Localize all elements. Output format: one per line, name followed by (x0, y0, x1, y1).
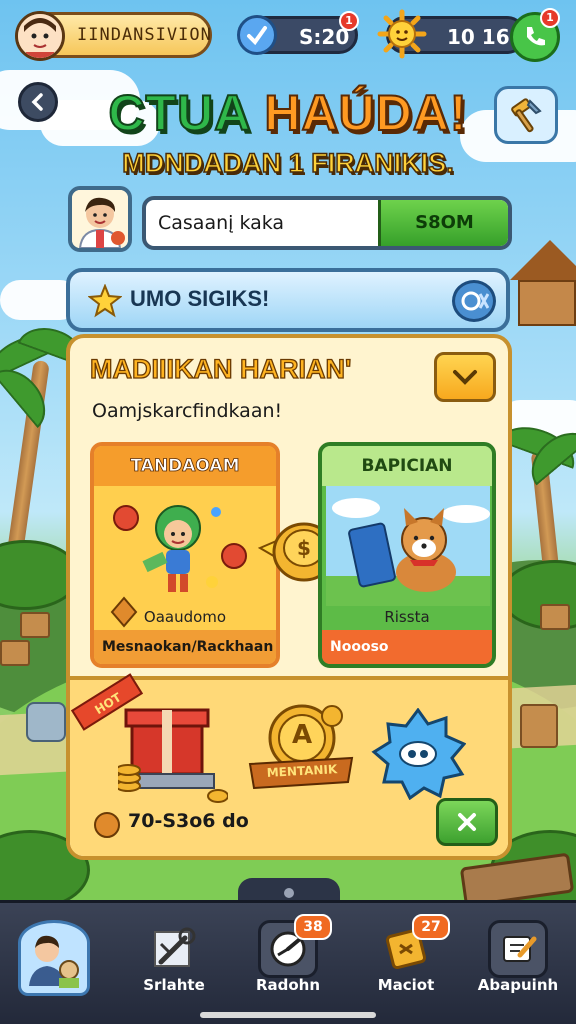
crate (540, 604, 570, 630)
refresh-icon (461, 291, 489, 311)
gem-badge-icon[interactable] (370, 708, 466, 800)
character-illustration (113, 505, 247, 592)
player-name: IINDANSIVION (77, 25, 212, 45)
nav-label: Abapuinh (477, 976, 559, 994)
nav-item-match[interactable]: 27 Maciot (366, 914, 450, 1000)
stone-block (26, 702, 66, 742)
home-indicator[interactable] (200, 1012, 376, 1018)
card-caption: Oaaudomo (143, 608, 227, 626)
title-part-2: HAÚDA! (263, 84, 468, 142)
nav-item-profile[interactable] (14, 920, 94, 1000)
energy-counter[interactable]: S:20 1 (237, 11, 359, 55)
collapse-button[interactable] (434, 352, 496, 402)
check-icon (237, 15, 277, 55)
star-icon (88, 284, 122, 318)
nav-item-journal[interactable]: Abapuinh (478, 920, 558, 1000)
nav-item-radar[interactable]: 38 Radohn (248, 914, 332, 1000)
friend-avatar[interactable] (68, 186, 132, 252)
nav-label: Srlahte (143, 976, 205, 994)
card-footer: Noooso (322, 630, 492, 664)
card-header: BAPICIAN (322, 446, 492, 486)
wrench-icon (144, 920, 204, 978)
coin-letter: A (291, 720, 313, 750)
chevron-down-icon (453, 370, 477, 385)
panel-subtitle: Oamjskarcfindkaan! (92, 400, 283, 422)
title-part-1: CTUA (107, 84, 250, 142)
search-input[interactable]: Casaanį kaka (158, 212, 284, 234)
search-bar: Casaanį kaka S8OM (142, 196, 512, 250)
close-button[interactable] (436, 798, 498, 846)
card-footer: Mesnaokan/Rackhaan (94, 630, 276, 664)
notice-banner[interactable]: UMO SIGIKS! (66, 268, 510, 332)
daily-mission-panel: MADIIIKAN HARIAN' Oamjskarcfindkaan! TAN… (66, 334, 512, 860)
sun-icon (377, 9, 427, 59)
reward-amount: 70-S3o6 do (128, 810, 249, 832)
crate (20, 612, 50, 638)
nav-badge: 27 (412, 914, 450, 940)
page-subtitle: MDNDADAN 1 FIRANIKIS. (121, 147, 454, 179)
gift-box-icon[interactable] (118, 700, 228, 810)
rewards-section: HOT A MENTANIK 70-S3o6 do (70, 673, 508, 856)
close-icon (458, 813, 476, 831)
banner-label: UMO SIGIKS! (130, 286, 270, 311)
top-bar: IINDANSIVION S:20 1 10 16 1 (0, 0, 576, 76)
sun-value: 10 16 (447, 25, 510, 49)
notification-badge: 1 (540, 8, 560, 28)
coin-small-icon (94, 812, 120, 838)
player-avatar[interactable] (15, 11, 65, 61)
profile-avatar-icon (18, 920, 90, 996)
phone-icon (527, 27, 545, 46)
nav-label: Radohn (255, 976, 321, 994)
mission-card[interactable]: BAPICIAN Rissta Noooso (318, 442, 496, 668)
nav-label: Maciot (377, 976, 435, 994)
search-submit-button[interactable]: S8OM (378, 200, 508, 246)
page-title: CTUA HAÚDA! (0, 84, 576, 142)
crate (0, 640, 30, 666)
edit-icon (488, 920, 548, 978)
crate (520, 704, 558, 748)
panel-title: MADIIIKAN HARIAN' (89, 353, 352, 384)
mission-card[interactable]: TANDAOAM Oaaudomo Mesnaokan/Rackhaan (90, 442, 280, 668)
card-caption: Rissta (384, 608, 430, 626)
notification-badge: 1 (339, 11, 359, 31)
sun-counter[interactable]: 10 16 (377, 9, 526, 59)
dog-illustration (326, 486, 490, 606)
refresh-close-button[interactable] (452, 280, 496, 322)
nav-badge: 38 (294, 914, 332, 940)
svg-text:$: $ (297, 536, 311, 560)
player-profile[interactable]: IINDANSIVION (15, 11, 212, 61)
hut (510, 240, 576, 330)
nav-item-tools[interactable]: Srlahte (134, 920, 214, 1000)
card-header: TANDAOAM (94, 446, 276, 486)
